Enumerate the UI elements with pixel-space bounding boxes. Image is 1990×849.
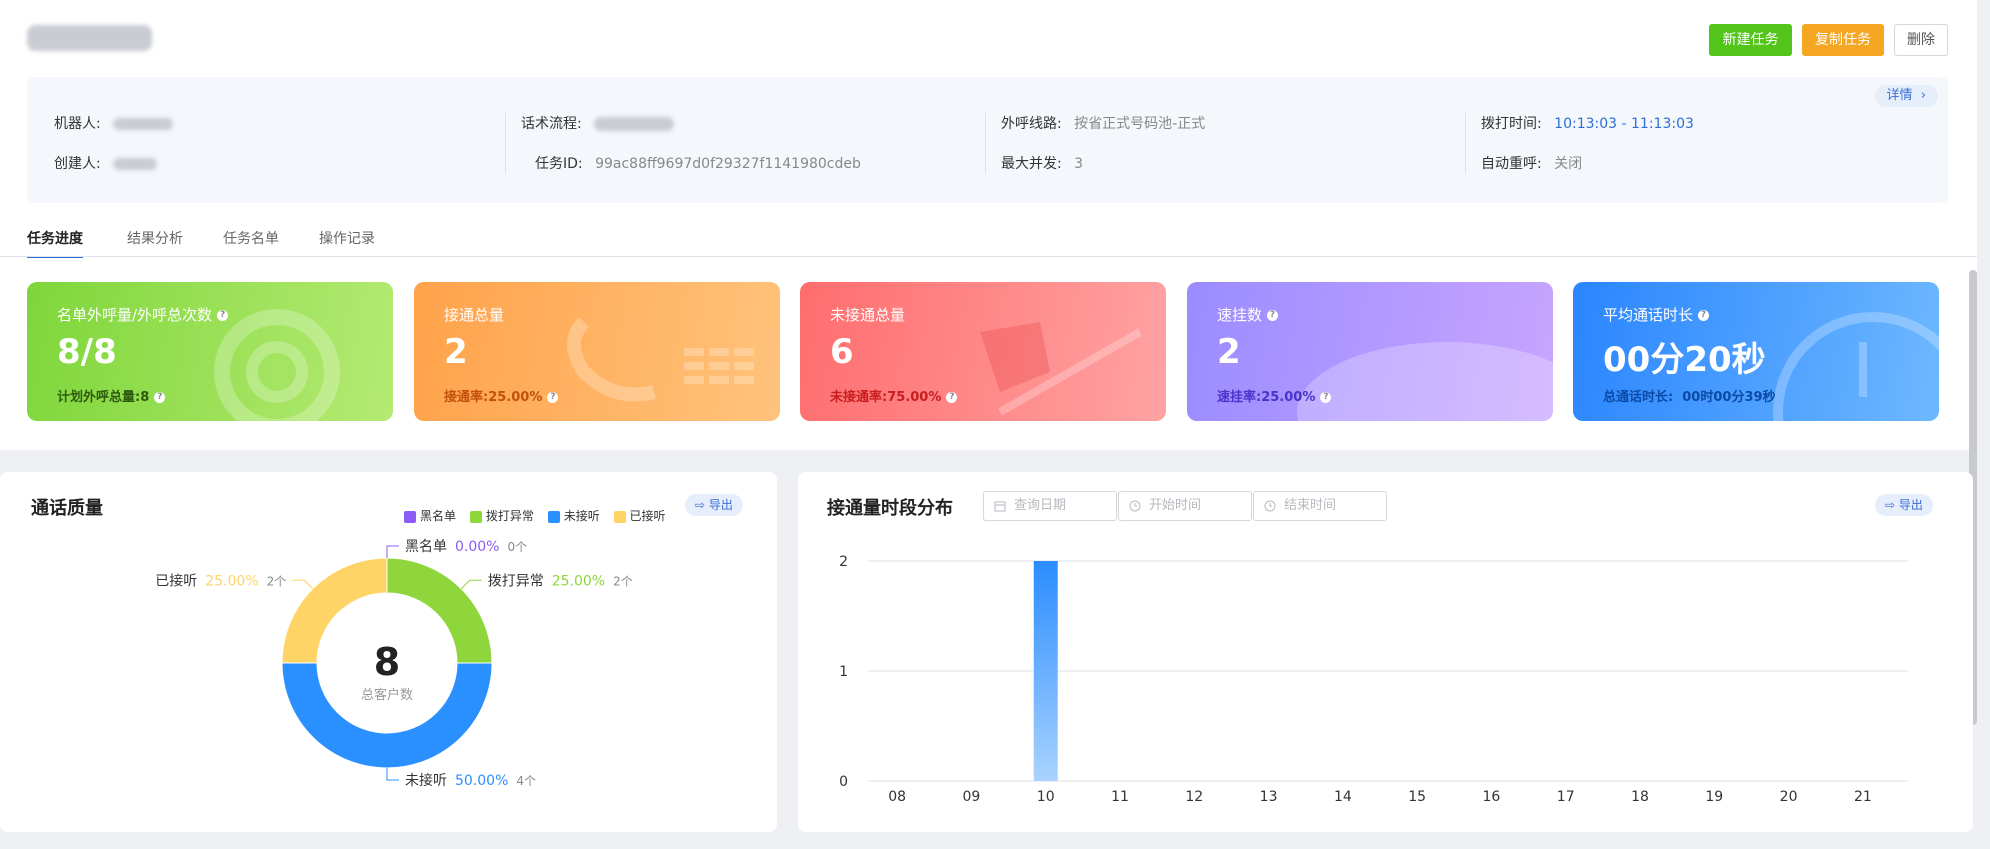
label-leader-line (386, 768, 399, 781)
line-info: 外呼线路: 按省正式号码池-正式 (1001, 116, 1206, 132)
card-label: 平均通话时长? (1603, 304, 1710, 325)
task-info-box: 详情 › 机器人: 创建人: 话术流程: 任务ID: 99ac88ff9697d… (27, 77, 1948, 203)
new-task-button[interactable]: 新建任务 (1709, 24, 1792, 56)
donut-center-value: 8 (374, 640, 400, 684)
card-label: 接通总量 (444, 306, 505, 324)
donut-slice[interactable] (281, 557, 388, 664)
flow-info: 话术流程: (521, 113, 675, 133)
task-id-info: 任务ID: 99ac88ff9697d0f29327f1141980cdeb (535, 156, 861, 172)
card-sub: 速挂率:25.00%? (1217, 386, 1332, 405)
divider (985, 113, 986, 173)
page-title (27, 24, 152, 51)
donut-chart: 黑名单 0.00% 0个拨打异常 25.00% 2个未接听 50.00% 4个 已接听 25.0… (155, 539, 633, 789)
redacted-creator (113, 158, 158, 170)
stat-card-calls: 名单外呼量/外呼总次数? 8/8 计划外呼总量:8? (27, 282, 393, 421)
card-value: 2 (1217, 332, 1241, 372)
auto-redial-info: 自动重呼: 关闭 (1481, 156, 1583, 172)
card-value: 6 (830, 332, 854, 372)
card-sub: 未接通率:75.00%? (830, 386, 958, 405)
task-header-panel: 新建任务 复制任务 删除 详情 › 机器人: 创建人: 话术流程: 任务ID: … (0, 0, 1977, 450)
x-tick-label: 16 (1483, 789, 1501, 805)
tabs-divider (0, 256, 1977, 257)
card-sub: 接通率:25.00%? (444, 386, 559, 405)
help-icon[interactable]: ? (1267, 310, 1279, 321)
slice-label: 已接听 25.00% 2个 (155, 572, 286, 589)
slice-label: 未接听 50.00% 4个 (405, 772, 536, 789)
tab-operation-log[interactable]: 操作记录 (319, 228, 375, 256)
card-sub: 总通话时长: 00时00分39秒 (1603, 390, 1776, 405)
x-tick-label: 13 (1260, 789, 1278, 805)
tab-task-progress[interactable]: 任务进度 (27, 228, 83, 258)
robot-info: 机器人: (54, 113, 174, 133)
help-icon[interactable]: ? (217, 310, 229, 321)
help-icon[interactable]: ? (547, 392, 559, 403)
y-tick-label: 0 (839, 774, 848, 790)
detail-button[interactable]: 详情 › (1874, 85, 1938, 107)
x-tick-label: 11 (1111, 789, 1129, 805)
card-value: 8/8 (57, 332, 117, 372)
stat-card-quick-hangup: 速挂数? 2 速挂率:25.00%? (1187, 282, 1553, 421)
label-leader-line (292, 579, 314, 590)
card-label: 速挂数? (1217, 304, 1279, 325)
redacted-flow (594, 117, 675, 131)
divider (1465, 113, 1466, 173)
copy-task-button[interactable]: 复制任务 (1802, 24, 1884, 56)
label-leader-line (386, 545, 399, 558)
help-icon[interactable]: ? (946, 392, 958, 403)
x-tick-label: 17 (1557, 789, 1575, 805)
tab-task-list[interactable]: 任务名单 (223, 228, 279, 256)
redacted-title (27, 24, 152, 51)
slice-label: 黑名单 0.00% 0个 (405, 539, 527, 555)
redacted-robot (113, 118, 174, 130)
bar-chart: 01208 09 10 11 12 13 14 15 16 17 18 19 20 21 (839, 554, 1908, 805)
stat-card-avg-duration: 平均通话时长? 00分20秒 总通话时长: 00时00分39秒 (1573, 282, 1939, 421)
tab-result-analysis[interactable]: 结果分析 (127, 228, 183, 256)
card-label: 名单外呼量/外呼总次数? (57, 304, 229, 325)
x-tick-label: 14 (1334, 789, 1352, 805)
stat-card-unconnected: 未接通总量 6 未接通率:75.00%? (800, 282, 1166, 421)
bar[interactable] (1033, 561, 1058, 781)
x-tick-label: 21 (1854, 789, 1872, 805)
x-tick-label: 10 (1037, 789, 1055, 805)
help-icon[interactable]: ? (154, 392, 166, 403)
chevron-right-icon: › (1916, 88, 1926, 103)
x-tick-label: 19 (1705, 789, 1723, 805)
x-tick-label: 18 (1631, 789, 1649, 805)
divider (505, 113, 506, 173)
concurrency-info: 最大并发: 3 (1001, 156, 1084, 172)
help-icon[interactable]: ? (1698, 310, 1710, 321)
time-distribution-panel: 接通量时段分布 查询日期 开始时间 结束时间 ⇨ 导出 0 1 2 08 09 10 11 1… (798, 472, 1973, 832)
stat-card-connected: 接通总量 2 接通率:25.00%? (414, 282, 780, 421)
creator-info: 创建人: (54, 153, 158, 173)
slice-label: 拨打异常 25.00% 2个 (488, 572, 633, 589)
donut-center-label: 总客户数 (361, 687, 413, 703)
dial-time-info: 拨打时间: 10:13:03 - 11:13:03 (1481, 116, 1694, 132)
x-tick-label: 12 (1185, 789, 1203, 805)
x-tick-label: 20 (1780, 789, 1798, 805)
card-value: 2 (444, 332, 468, 372)
label-leader-line (460, 579, 482, 590)
y-tick-label: 2 (839, 554, 848, 570)
x-tick-label: 08 (888, 789, 906, 805)
y-tick-label: 1 (839, 664, 848, 680)
help-icon[interactable]: ? (1320, 392, 1332, 403)
donut-slice[interactable] (386, 557, 493, 664)
x-tick-label: 15 (1408, 789, 1426, 805)
card-sub: 计划外呼总量:8? (57, 386, 166, 405)
delete-task-button[interactable]: 删除 (1894, 24, 1948, 56)
card-label: 未接通总量 (830, 306, 906, 324)
x-tick-label: 09 (963, 789, 981, 805)
card-value: 00分20秒 (1603, 340, 1766, 380)
call-quality-panel: 通话质量 ⇨ 导出 黑名单 拨打异常 未接听 已接听 黑名单 0.00% 0个 拨打异… (0, 472, 777, 832)
